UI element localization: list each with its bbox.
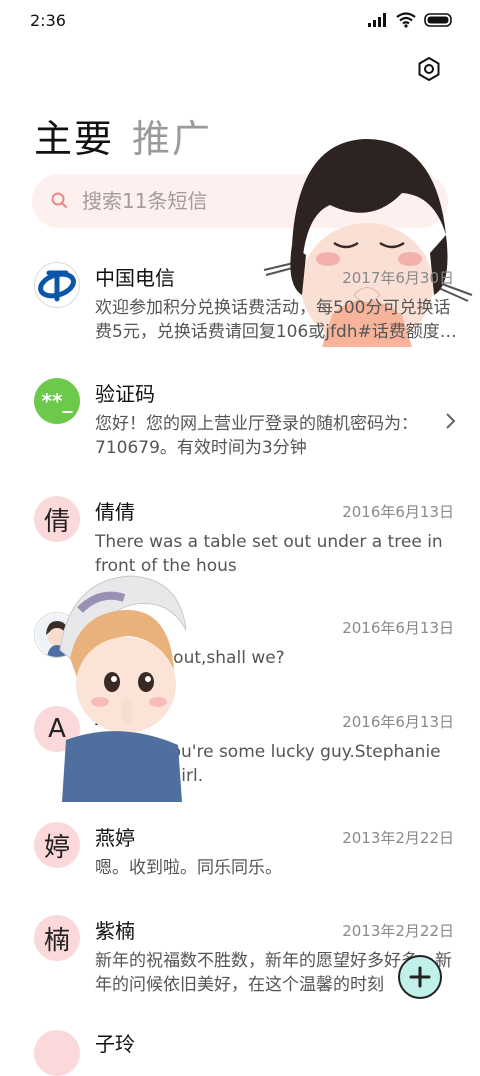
message-preview: There was a table set out under a tree i… — [95, 532, 443, 576]
avatar — [34, 262, 80, 308]
avatar: 楠 — [34, 915, 80, 961]
message-preview: 嗯。收到啦。同乐同乐。 — [95, 858, 282, 878]
message-date: 2013年2月22日 — [342, 922, 454, 940]
search-input[interactable] — [80, 188, 384, 214]
message-date: 2013年2月22日 — [342, 829, 454, 847]
contact-name: 中国电信 — [95, 266, 175, 290]
battery-icon — [424, 13, 452, 27]
avatar: **_ — [34, 378, 80, 424]
message-preview: 您好！您的网上营业厅登录的随机密码为：710679。有效时间为3分钟 — [95, 414, 418, 458]
avatar: A — [34, 706, 80, 752]
tab-promotion[interactable]: 推广 — [132, 108, 212, 163]
contact-name[interactable]: 子玲 — [95, 1028, 135, 1057]
status-bar: 2:36 — [0, 0, 480, 44]
status-time: 2:36 — [30, 11, 66, 30]
message-item[interactable]: 倩 倩倩 2016年6月13日 There was a table set ou… — [0, 496, 480, 606]
status-icons — [368, 12, 454, 28]
contact-name: Andy — [95, 706, 146, 730]
message-date: 2017年6月30日 — [342, 269, 454, 287]
avatar — [34, 1030, 80, 1076]
search-icon — [51, 192, 67, 208]
gear-icon — [418, 57, 440, 81]
compose-button[interactable] — [398, 955, 442, 999]
china-telecom-logo-icon — [38, 270, 76, 302]
contact-photo-icon — [36, 614, 78, 657]
chevron-right-icon — [446, 413, 456, 429]
avatar: 倩 — [34, 496, 80, 542]
message-item[interactable]: A Andy 2016年6月13日 I guess you're some lu… — [0, 706, 480, 816]
search-bar[interactable] — [32, 174, 448, 228]
avatar — [34, 612, 80, 658]
signal-icon — [368, 13, 386, 27]
contact-name: Nicole — [95, 612, 157, 636]
contact-name: 燕婷 — [95, 826, 135, 850]
plus-icon — [409, 966, 431, 988]
wifi-icon — [396, 12, 416, 28]
contact-name: 紫楠 — [95, 919, 135, 943]
settings-button[interactable] — [416, 56, 442, 82]
message-item[interactable]: **_ 验证码 您好！您的网上营业厅登录的随机密码为：710679。有效时间为3… — [0, 378, 480, 488]
message-preview: 欢迎参加积分兑换话费活动，每500分可兑换话费5元，兑换话费请回复106或jfd… — [95, 298, 457, 342]
message-preview: Let's eat out,shall we? — [95, 648, 285, 668]
message-date: 2016年6月13日 — [342, 713, 454, 731]
message-date: 2016年6月13日 — [342, 503, 454, 521]
avatar: 婷 — [34, 822, 80, 868]
tab-bar: 主要 推广 — [34, 108, 212, 163]
message-preview: I guess you're some lucky guy.Stephanie … — [95, 742, 441, 786]
contact-name: 倩倩 — [95, 500, 135, 524]
message-date: 2016年6月13日 — [342, 619, 454, 637]
tab-main[interactable]: 主要 — [34, 108, 114, 163]
message-item[interactable]: 中国电信 2017年6月30日 欢迎参加积分兑换话费活动，每500分可兑换话费5… — [0, 262, 480, 372]
contact-name: 验证码 — [95, 382, 155, 406]
